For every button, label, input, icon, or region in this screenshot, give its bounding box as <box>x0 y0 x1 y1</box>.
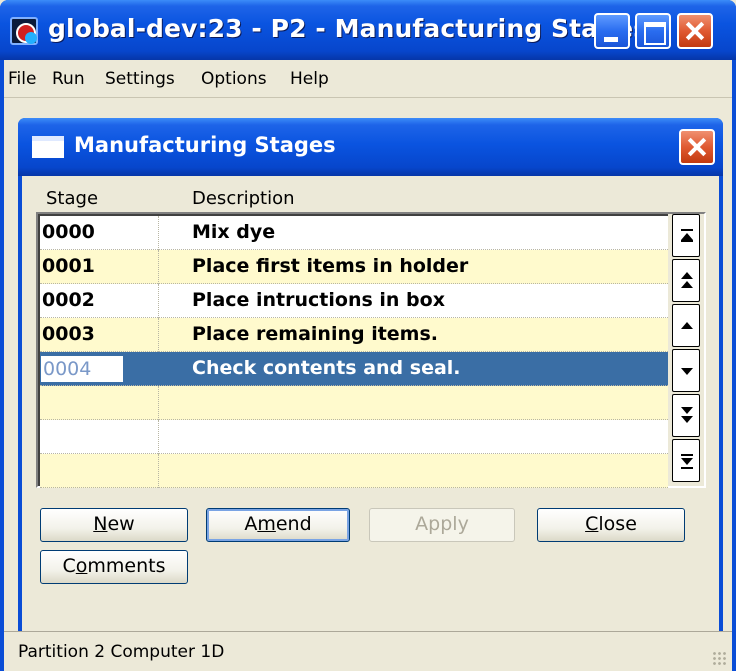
table-row[interactable] <box>40 386 668 420</box>
description-cell[interactable]: Mix dye <box>192 219 275 245</box>
table-row[interactable]: 0002 Place intructions in box <box>40 284 668 318</box>
line-up-button[interactable] <box>672 304 700 347</box>
close-button[interactable] <box>677 13 713 49</box>
stage-cell[interactable]: 0003 <box>40 321 156 349</box>
menu-options[interactable]: Options <box>201 69 267 89</box>
line-up-icon <box>681 322 693 329</box>
stage-cell[interactable] <box>40 423 156 451</box>
dialog-title-bar[interactable]: Manufacturing Stages <box>18 118 723 176</box>
manufacturing-stages-dialog: Manufacturing Stages Stage Description 0… <box>18 118 723 632</box>
stage-cell[interactable] <box>40 389 156 417</box>
menu-help[interactable]: Help <box>290 69 329 89</box>
dialog-body: Stage Description 0000 Mix dye 0001 Plac… <box>22 176 719 632</box>
scroll-top-button[interactable] <box>672 214 700 257</box>
description-cell[interactable]: Place intructions in box <box>192 287 445 313</box>
comments-button[interactable]: Comments <box>40 550 188 584</box>
description-cell[interactable]: Place remaining items. <box>192 321 438 347</box>
column-header-stage[interactable]: Stage <box>46 188 98 209</box>
close-dialog-button[interactable]: Close <box>537 508 685 542</box>
description-cell[interactable]: Place first items in holder <box>192 253 468 279</box>
table-row[interactable]: 0001 Place first items in holder <box>40 250 668 284</box>
main-window: global-dev:23 - P2 - Manufacturing Stage… <box>0 0 736 671</box>
table-row[interactable] <box>40 420 668 454</box>
resize-grip-icon[interactable] <box>712 651 728 667</box>
status-bar: Partition 2 Computer 1D <box>4 631 732 671</box>
page-down-button[interactable] <box>672 394 700 437</box>
page-down-icon <box>681 407 693 414</box>
dialog-close-button[interactable] <box>679 129 715 165</box>
minimize-button[interactable] <box>594 13 630 49</box>
stages-grid: 0000 Mix dye 0001 Place first items in h… <box>38 214 668 488</box>
menu-run[interactable]: Run <box>52 69 85 89</box>
status-text: Partition 2 Computer 1D <box>18 642 225 662</box>
amend-button[interactable]: Amend <box>206 508 350 542</box>
table-row-selected[interactable]: 0004 Check contents and seal. <box>40 352 668 386</box>
new-button[interactable]: New <box>40 508 188 542</box>
page-up-button[interactable] <box>672 259 700 302</box>
app-icon[interactable] <box>10 17 38 45</box>
menu-settings[interactable]: Settings <box>105 69 175 89</box>
apply-button[interactable]: Apply <box>369 508 515 542</box>
table-row[interactable] <box>40 454 668 488</box>
window-title: global-dev:23 - P2 - Manufacturing Stage… <box>48 14 649 43</box>
stage-cell[interactable] <box>40 457 156 485</box>
window-client: File Run Settings Options Help Manufactu… <box>4 60 732 671</box>
scroll-bottom-button[interactable] <box>672 439 700 482</box>
menu-file[interactable]: File <box>8 69 36 89</box>
stage-cell[interactable]: 0000 <box>40 219 156 247</box>
column-header-description[interactable]: Description <box>192 188 295 209</box>
table-row[interactable]: 0000 Mix dye <box>40 216 668 250</box>
title-bar[interactable]: global-dev:23 - P2 - Manufacturing Stage… <box>0 0 736 60</box>
menu-bar: File Run Settings Options Help <box>4 60 732 98</box>
description-cell[interactable]: Check contents and seal. <box>192 355 461 381</box>
line-down-button[interactable] <box>672 349 700 392</box>
scroll-bottom-icon <box>681 458 693 465</box>
page-up-icon <box>681 272 693 279</box>
maximize-button[interactable] <box>635 13 671 49</box>
scroll-top-icon <box>681 229 693 231</box>
scroll-buttons <box>670 214 702 486</box>
dialog-icon <box>32 136 64 158</box>
stage-cell[interactable]: 0001 <box>40 253 156 281</box>
stage-cell[interactable]: 0002 <box>40 287 156 315</box>
line-down-icon <box>681 368 693 375</box>
dialog-title: Manufacturing Stages <box>74 133 336 157</box>
stage-cell-editing[interactable]: 0004 <box>40 355 124 383</box>
table-row[interactable]: 0003 Place remaining items. <box>40 318 668 352</box>
